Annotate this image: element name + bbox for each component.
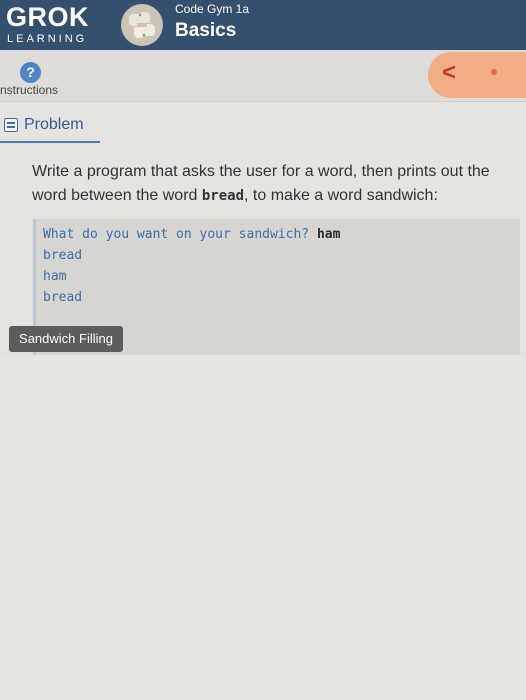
slide-navigation[interactable]: <: [428, 52, 526, 98]
question-icon[interactable]: ?: [20, 62, 41, 83]
sandwich-filling-button[interactable]: Sandwich Filling: [9, 326, 123, 352]
content-area: [0, 358, 526, 700]
instructions-label[interactable]: nstructions: [0, 83, 58, 97]
python-logo-icon: [121, 4, 163, 46]
nav-dot-icon: [491, 69, 497, 75]
tab-problem-label: Problem: [24, 116, 84, 133]
logo-learning: LEARNING: [7, 33, 88, 45]
logo-grok[interactable]: GROK: [6, 2, 89, 33]
problem-bold-word: bread: [201, 188, 245, 204]
example-prompt: What do you want on your sandwich?: [43, 227, 317, 242]
course-subtitle: Code Gym 1a: [175, 2, 250, 16]
course-title: Basics: [175, 20, 237, 41]
top-header: GROK LEARNING Code Gym 1a Basics: [0, 0, 526, 50]
tab-active-indicator: [0, 141, 100, 143]
example-line-2: ham: [43, 269, 67, 284]
problem-description: Write a program that asks the user for a…: [32, 160, 510, 208]
tab-problem[interactable]: Problem: [4, 111, 84, 139]
chevron-left-icon[interactable]: <: [442, 59, 456, 87]
example-prompt-line: What do you want on your sandwich? ham: [43, 224, 520, 245]
example-line-1: bread: [43, 248, 83, 263]
document-icon: [4, 118, 18, 132]
lesson-toolbar: ? nstructions <: [0, 50, 526, 102]
example-line-3: bread: [43, 290, 83, 305]
example-input: ham: [316, 227, 341, 242]
problem-text-after: , to make a word sandwich:: [244, 187, 438, 204]
